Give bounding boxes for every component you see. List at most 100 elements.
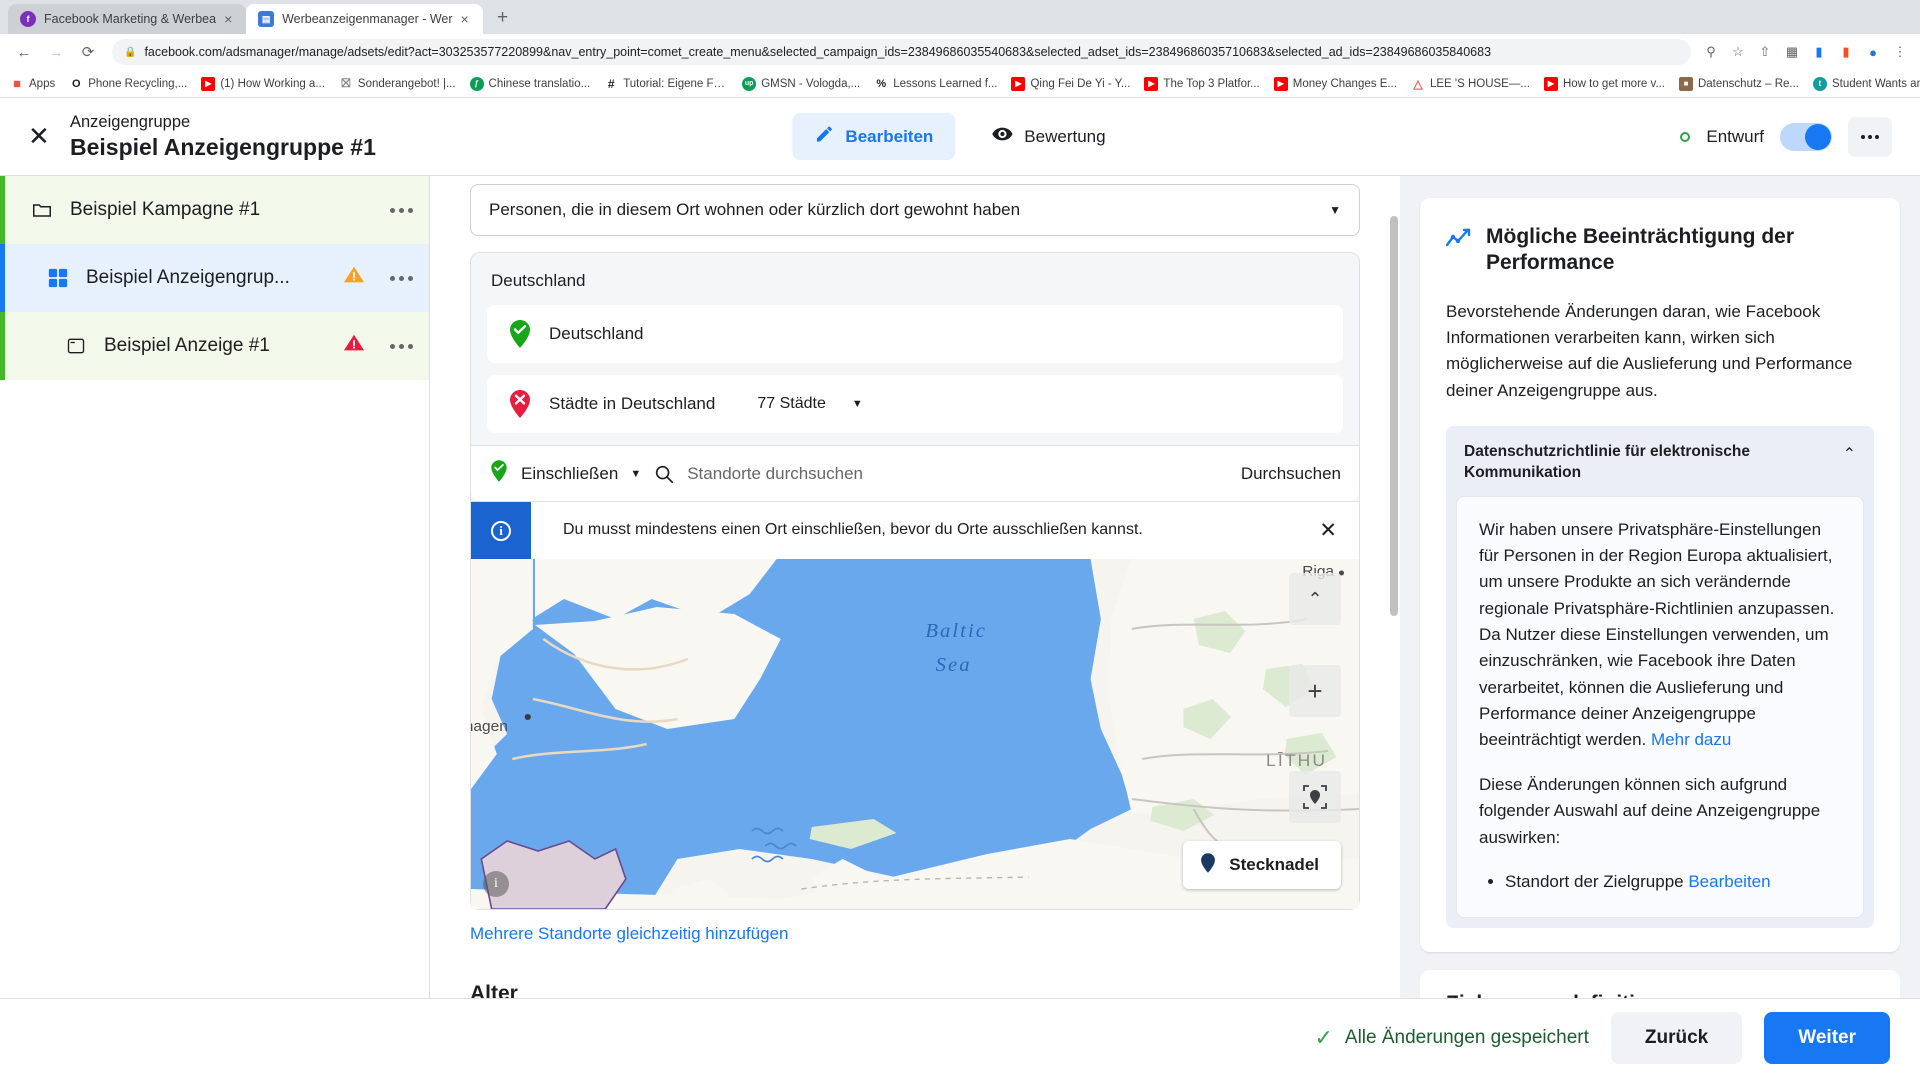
bookmark-item[interactable]: ▶ Money Changes E... [1273, 76, 1397, 91]
map-zoom-in-button[interactable]: + [1289, 665, 1341, 717]
location-name: Städte in Deutschland [549, 394, 716, 413]
mehr-dazu-link[interactable]: Mehr dazu [1651, 730, 1731, 749]
bookmark-item[interactable]: up GMSN - Vologda,... [742, 76, 861, 91]
bookmark-item[interactable]: ⛝ Sonderangebot! |... [339, 76, 455, 91]
bookmark-label: GMSN - Vologda,... [761, 77, 861, 90]
status-dot-icon [1680, 131, 1691, 142]
back-icon[interactable]: ← [10, 38, 38, 66]
publish-toggle[interactable] [1780, 122, 1832, 151]
tab-label: Bearbeiten [845, 126, 934, 146]
bookmark-item[interactable]: ▶ Qing Fei De Yi - Y... [1011, 76, 1131, 91]
tree-item-menu[interactable] [390, 207, 413, 213]
reload-icon[interactable]: ⟳ [74, 38, 102, 66]
tree-item-adset[interactable]: Beispiel Anzeigengrup... [0, 244, 429, 312]
bookmark-label: The Top 3 Platfor... [1163, 77, 1260, 90]
address-bar[interactable]: 🔒 facebook.com/adsmanager/manage/adsets/… [112, 39, 1691, 65]
bookmark-item[interactable]: % Lessons Learned f... [874, 77, 997, 91]
close-icon[interactable]: × [224, 12, 236, 26]
tab-title: Facebook Marketing & Werbea [44, 12, 217, 26]
new-tab-button[interactable]: + [489, 4, 517, 32]
error-triangle-icon [342, 332, 366, 360]
locations-card: Deutschland Deutschland Städte in Deutsc… [470, 252, 1360, 910]
privacy-paragraph-2: Diese Änderungen können sich aufgrund fo… [1479, 774, 1821, 847]
performance-card-body: Bevorstehende Änderungen daran, wie Face… [1446, 301, 1853, 400]
hash-icon: # [607, 76, 615, 91]
performance-card-header: Mögliche Beeinträchtigung der Performanc… [1445, 224, 1874, 277]
bookmark-apps[interactable]: ▦ Apps [10, 77, 55, 91]
chevron-down-icon[interactable]: ▼ [852, 398, 863, 410]
list-item: Standort der Zielgruppe Bearbeiten [1505, 869, 1841, 895]
bookmark-item[interactable]: t Student Wants an... [1812, 76, 1920, 91]
status-badge: Entwurf [1706, 126, 1764, 146]
more-options-button[interactable] [1848, 116, 1892, 157]
next-button[interactable]: Weiter [1764, 1011, 1890, 1064]
map-collapse-button[interactable]: ⌃ [1289, 573, 1341, 625]
info-icon: i [491, 520, 511, 541]
add-multiple-locations-link[interactable]: Mehrere Standorte gleichzeitig hinzufüge… [470, 924, 1360, 944]
tree-item-menu[interactable] [390, 343, 413, 349]
facebook-ext-icon[interactable]: ▮ [1809, 42, 1829, 62]
close-icon[interactable]: × [461, 12, 473, 26]
search-icon[interactable]: ⚲ [1701, 42, 1721, 62]
location-search-input[interactable] [687, 463, 1229, 484]
form-scrollbar[interactable] [1390, 216, 1398, 616]
browser-tab-1[interactable]: f Facebook Marketing & Werbea × [8, 4, 247, 34]
person-ext-icon[interactable]: ● [1863, 42, 1883, 62]
tab-bearbeiten[interactable]: Bearbeiten [792, 113, 956, 160]
bookmark-item[interactable]: O Phone Recycling,... [69, 77, 187, 91]
bookmark-item[interactable]: # Tutorial: Eigene Fa... [604, 77, 728, 91]
extensions-icon[interactable]: ▦ [1782, 42, 1802, 62]
chevron-up-icon[interactable]: ⌃ [1843, 442, 1856, 464]
privacy-accordion-header[interactable]: Datenschutzrichtlinie für elektronische … [1446, 425, 1874, 500]
forward-icon[interactable]: → [42, 38, 70, 66]
adset-edit-form: Personen, die in diesem Ort wohnen oder … [430, 176, 1400, 1076]
map-info-icon[interactable]: i [483, 871, 509, 897]
green-circle-icon: ƒ [469, 76, 484, 91]
chevron-down-icon[interactable]: ▼ [630, 468, 641, 480]
teal-circle-icon: t [1812, 76, 1827, 91]
browser-toolbar: ← → ⟳ 🔒 facebook.com/adsmanager/manage/a… [0, 34, 1920, 70]
bookmark-item[interactable]: △ LEE 'S HOUSE—... [1411, 77, 1530, 91]
svg-text:nagen: nagen [471, 718, 508, 735]
location-search-row: Einschließen ▼ Durchsuchen [471, 445, 1359, 501]
form-scroll-region: Personen, die in diesem Ort wohnen oder … [430, 184, 1400, 1006]
bookmark-label: Money Changes E... [1292, 77, 1397, 90]
svg-text:LĪTHU: LĪTHU [1266, 750, 1327, 770]
included-pin-icon [507, 319, 533, 349]
tree-item-menu[interactable] [390, 275, 413, 281]
tree-item-campaign[interactable]: Beispiel Kampagne #1 [0, 176, 429, 244]
close-icon[interactable]: ✕ [28, 121, 70, 152]
percent-icon: % [876, 77, 887, 90]
tree-item-ad[interactable]: Beispiel Anzeige #1 [0, 312, 429, 380]
bearbeiten-link[interactable]: Bearbeiten [1688, 872, 1770, 891]
airbnb-icon: △ [1413, 76, 1423, 91]
notes-ext-icon[interactable]: ▮ [1836, 42, 1856, 62]
back-button[interactable]: Zurück [1610, 1011, 1743, 1064]
bookmark-item[interactable]: ▶ (1) How Working a... [201, 76, 325, 91]
bookmark-label: Qing Fei De Yi - Y... [1030, 77, 1131, 90]
entity-type-label: Anzeigengruppe [70, 112, 191, 131]
bookmark-item[interactable]: ▶ The Top 3 Platfor... [1144, 76, 1260, 91]
privacy-accordion-content: Wir haben unsere Privatsphäre-Einstellun… [1456, 495, 1864, 919]
location-type-select[interactable]: Personen, die in diesem Ort wohnen oder … [470, 184, 1360, 236]
bookmark-item[interactable]: ■ Datenschutz – Re... [1678, 76, 1799, 91]
kebab-menu-icon[interactable]: ⋮ [1890, 42, 1910, 62]
privacy-accordion-title: Datenschutzrichtlinie für elektronische … [1464, 442, 1750, 481]
location-row-excluded[interactable]: Städte in Deutschland 77 Städte ▼ [487, 375, 1343, 433]
location-map[interactable]: Baltic Sea Riga nagen LĪTHU ⌃ + [471, 559, 1359, 909]
share-icon[interactable]: ⇧ [1755, 42, 1775, 62]
map-locate-button[interactable] [1289, 771, 1341, 823]
bookmark-item[interactable]: ▶ How to get more v... [1543, 76, 1665, 91]
star-icon[interactable]: ☆ [1728, 42, 1748, 62]
search-submit-button[interactable]: Durchsuchen [1241, 464, 1341, 484]
location-row-included[interactable]: Deutschland [487, 305, 1343, 363]
tab-bewertung[interactable]: Bewertung [969, 112, 1127, 161]
o2-icon: O [71, 77, 81, 90]
browser-tab-2[interactable]: ▤ Werbeanzeigenmanager - Wer × [246, 4, 483, 34]
stecknadel-button[interactable]: Stecknadel [1183, 841, 1341, 889]
bookmark-item[interactable]: ƒ Chinese translatio... [469, 76, 590, 91]
privacy-paragraph-1-text: Wir haben unsere Privatsphäre-Einstellun… [1479, 519, 1835, 750]
tab-strip: f Facebook Marketing & Werbea × ▤ Werbea… [0, 0, 1920, 34]
svg-text:Baltic: Baltic [925, 620, 987, 642]
close-icon[interactable]: ✕ [1297, 502, 1359, 559]
